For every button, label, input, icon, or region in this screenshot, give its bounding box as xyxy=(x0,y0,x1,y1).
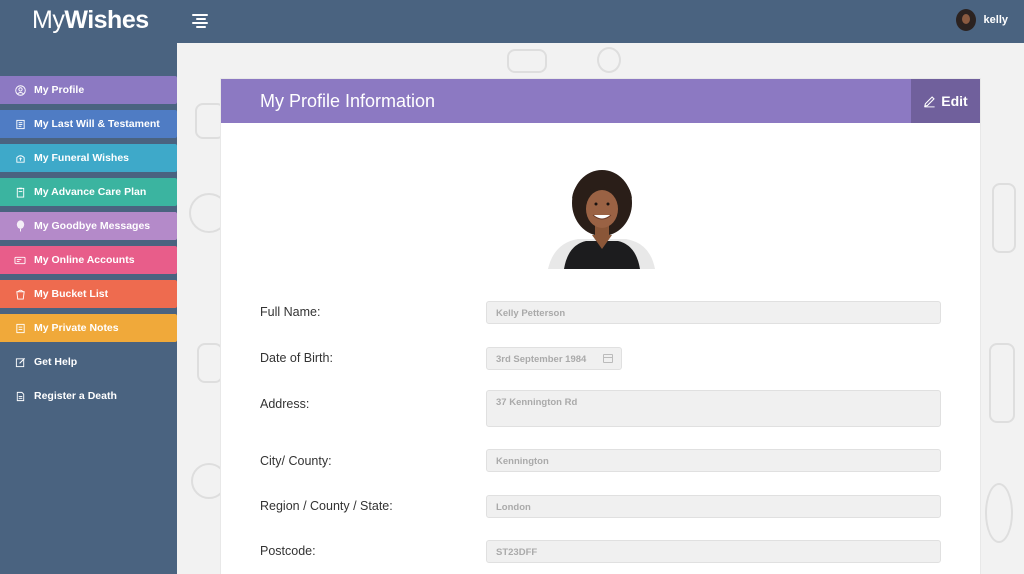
postcode-label: Postcode: xyxy=(260,544,316,558)
page-title: My Profile Information xyxy=(260,91,436,111)
top-bar: MyWishes kelly xyxy=(0,0,1024,43)
balloon-icon xyxy=(14,220,26,232)
background-doodle xyxy=(992,183,1016,253)
sidebar-item-label: My Profile xyxy=(34,84,85,96)
sidebar-item-register-death[interactable]: Register a Death xyxy=(0,382,177,410)
sidebar-nav: My Profile My Last Will & Testament My F… xyxy=(0,76,177,416)
profile-photo xyxy=(548,169,655,269)
address-label: Address: xyxy=(260,397,310,411)
sidebar-item-label: My Private Notes xyxy=(34,322,119,334)
sidebar-item-last-will[interactable]: My Last Will & Testament xyxy=(0,110,177,138)
calendar-icon[interactable] xyxy=(603,354,613,363)
sidebar-item-label: My Funeral Wishes xyxy=(34,152,130,164)
address-field[interactable]: 37 Kennington Rd xyxy=(486,390,941,427)
city-field[interactable]: Kennington xyxy=(486,449,941,472)
funeral-icon xyxy=(14,152,26,164)
dob-label: Date of Birth: xyxy=(260,351,333,365)
sidebar-item-get-help[interactable]: Get Help xyxy=(0,348,177,376)
sidebar-item-label: Register a Death xyxy=(34,390,117,402)
sidebar-item-label: My Last Will & Testament xyxy=(34,118,160,130)
sidebar-item-bucket-list[interactable]: My Bucket List xyxy=(0,280,177,308)
app-logo[interactable]: MyWishes xyxy=(32,6,149,35)
full-name-field[interactable]: Kelly Petterson xyxy=(486,301,941,324)
full-name-label: Full Name: xyxy=(260,305,321,319)
sidebar-item-label: My Advance Care Plan xyxy=(34,186,147,198)
region-label: Region / County / State: xyxy=(260,499,393,513)
sidebar-item-label: My Goodbye Messages xyxy=(34,220,151,232)
sidebar-item-label: My Online Accounts xyxy=(34,254,135,266)
city-label: City/ County: xyxy=(260,454,332,468)
clipboard-icon xyxy=(14,186,26,198)
sidebar-item-private-notes[interactable]: My Private Notes xyxy=(0,314,177,342)
card-header: My Profile Information Edit xyxy=(221,79,980,123)
edit-button-label: Edit xyxy=(941,93,968,109)
background-doodle xyxy=(507,49,547,73)
region-field[interactable]: London xyxy=(486,495,941,518)
document-icon xyxy=(14,390,26,402)
avatar[interactable] xyxy=(955,9,976,31)
profile-card: My Profile Information Edit Full Name: K… xyxy=(220,78,981,574)
logo-text-bold: Wishes xyxy=(64,6,149,34)
background-doodle xyxy=(597,47,621,73)
logo-text-light: My xyxy=(32,6,65,34)
accounts-icon xyxy=(14,254,26,266)
sidebar-item-label: My Bucket List xyxy=(34,288,109,300)
edit-button[interactable]: Edit xyxy=(911,79,980,123)
background-doodle xyxy=(989,343,1015,423)
dob-value: 3rd September 1984 xyxy=(496,354,587,365)
user-menu[interactable]: kelly xyxy=(955,9,1008,31)
pencil-icon xyxy=(924,95,936,107)
user-circle-icon xyxy=(14,84,26,96)
menu-toggle-icon[interactable] xyxy=(192,14,208,28)
bucket-icon xyxy=(14,288,26,300)
sidebar-item-online-accounts[interactable]: My Online Accounts xyxy=(0,246,177,274)
sidebar-item-goodbye-messages[interactable]: My Goodbye Messages xyxy=(0,212,177,240)
sidebar-item-label: Get Help xyxy=(34,356,78,368)
edit-square-icon xyxy=(14,356,26,368)
username[interactable]: kelly xyxy=(984,14,1008,26)
sidebar-item-my-profile[interactable]: My Profile xyxy=(0,76,177,104)
dob-field[interactable]: 3rd September 1984 xyxy=(486,347,622,370)
scroll-icon xyxy=(14,118,26,130)
sidebar-item-advance-care-plan[interactable]: My Advance Care Plan xyxy=(0,178,177,206)
notes-icon xyxy=(14,322,26,334)
background-doodle xyxy=(985,483,1013,543)
postcode-field[interactable]: ST23DFF xyxy=(486,540,941,563)
sidebar: My Profile My Last Will & Testament My F… xyxy=(0,43,177,574)
sidebar-item-funeral-wishes[interactable]: My Funeral Wishes xyxy=(0,144,177,172)
